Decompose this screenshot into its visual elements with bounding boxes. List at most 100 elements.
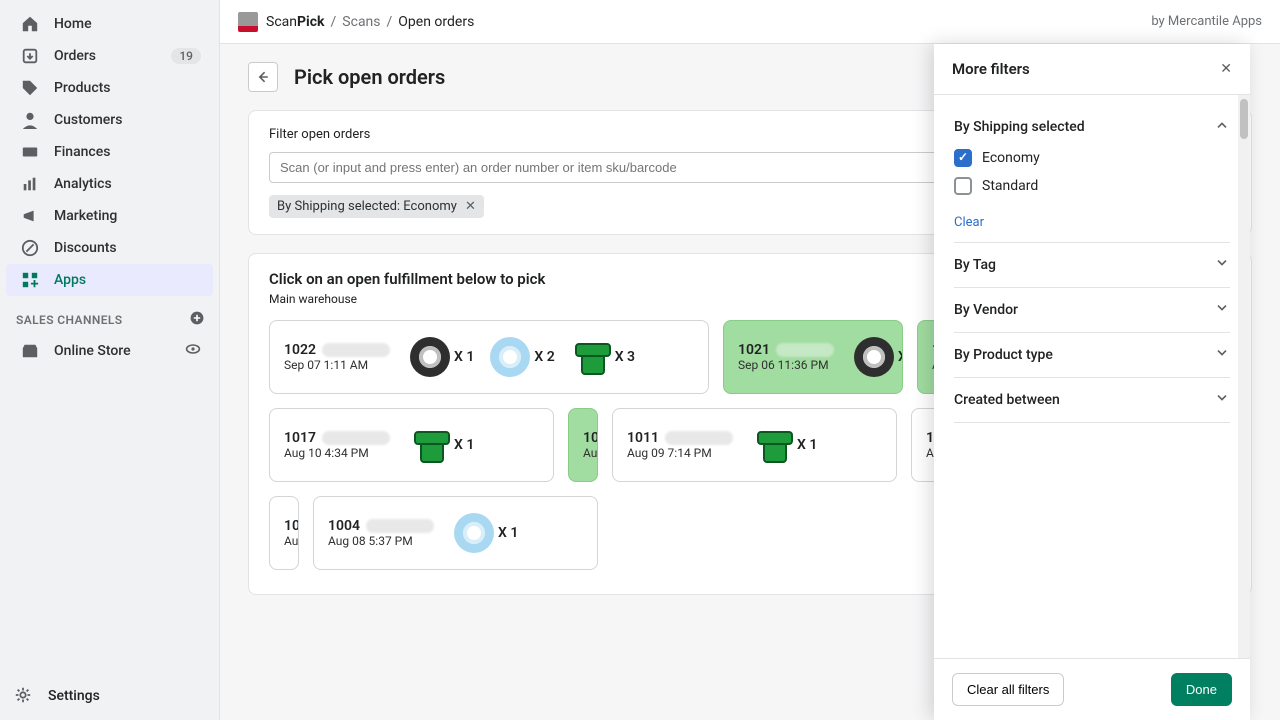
gear-light-icon: [490, 337, 530, 377]
order-id: 1011: [627, 430, 733, 446]
breadcrumb: ScanPick / Scans / Open orders: [266, 14, 474, 30]
sidebar: Home Orders 19 Products Customers Financ…: [0, 0, 220, 720]
tshirt-icon: [571, 337, 611, 377]
nav-online-store[interactable]: Online Store: [6, 335, 213, 367]
item-qty: X 1: [498, 525, 518, 541]
redacted-name: [665, 431, 733, 445]
order-date: Sep 07 1:11 AM: [284, 358, 390, 372]
order-date: Aug 08 5:37 PM: [328, 534, 434, 548]
order-item: X 2: [486, 333, 558, 381]
filter-panel-footer: Clear all filters Done: [934, 658, 1250, 720]
apps-icon: [20, 270, 40, 290]
crumb-open-orders: Open orders: [398, 14, 474, 30]
item-qty: X: [898, 349, 903, 365]
close-icon[interactable]: ✕: [1220, 61, 1232, 77]
orders-badge: 19: [171, 48, 201, 64]
order-date: Aug 09 7:14 PM: [627, 446, 733, 460]
filter-chip[interactable]: By Shipping selected: Economy ✕: [269, 195, 484, 218]
order-date: Au: [583, 446, 598, 460]
filter-group-header[interactable]: By Product type: [954, 345, 1230, 365]
order-item: X 3: [567, 333, 639, 381]
clear-all-button[interactable]: Clear all filters: [952, 673, 1064, 706]
chevron-down-icon: [1214, 345, 1230, 365]
shipping-options: Economy Standard Clear: [954, 149, 1230, 230]
order-id: 1017: [284, 430, 390, 446]
redacted-name: [776, 343, 834, 357]
order-card[interactable]: 10Au: [568, 408, 598, 482]
chip-remove-icon[interactable]: ✕: [465, 199, 476, 214]
filter-group: By Tag: [954, 243, 1230, 288]
gear-dark-icon: [410, 337, 450, 377]
brand: ScanPick: [266, 14, 325, 30]
analytics-icon: [20, 174, 40, 194]
order-date: Sep 06 11:36 PM: [738, 358, 834, 372]
order-card[interactable]: 1011Aug 09 7:14 PM X 1: [612, 408, 897, 482]
nav-apps[interactable]: Apps: [6, 264, 213, 296]
filter-group: By Product type: [954, 333, 1230, 378]
option-economy[interactable]: Economy: [954, 149, 1230, 167]
chevron-down-icon: [1214, 390, 1230, 410]
order-id: 1004: [328, 518, 434, 534]
clear-link[interactable]: Clear: [954, 215, 1230, 230]
more-filters-panel: More filters ✕ By Shipping selected Econ…: [934, 44, 1250, 720]
order-item: X 1: [749, 421, 821, 469]
nav-home[interactable]: Home: [6, 8, 213, 40]
order-card[interactable]: 1022Sep 07 1:11 AM X 1 X 2 X 3: [269, 320, 709, 394]
order-item: X 1: [406, 333, 478, 381]
crumb-scans[interactable]: Scans: [342, 14, 380, 30]
order-card[interactable]: 1017Aug 10 4:34 PMX 1: [269, 408, 554, 482]
filter-group-header[interactable]: Created between: [954, 390, 1230, 410]
percent-icon: [20, 238, 40, 258]
order-id: 10: [583, 430, 598, 446]
filter-group: Created between: [954, 378, 1230, 423]
nav-settings[interactable]: Settings: [0, 676, 219, 720]
eye-icon[interactable]: [185, 341, 201, 361]
nav-orders[interactable]: Orders 19: [6, 40, 213, 72]
nav-marketing[interactable]: Marketing: [6, 200, 213, 232]
order-card[interactable]: 1021Sep 06 11:36 PMX: [723, 320, 903, 394]
topbar: ScanPick / Scans / Open orders by Mercan…: [220, 0, 1280, 44]
home-icon: [20, 14, 40, 34]
chevron-down-icon: [1214, 300, 1230, 320]
order-id: 10: [284, 518, 299, 534]
item-qty: X 1: [454, 349, 474, 365]
item-qty: X 1: [454, 437, 474, 453]
settings-label: Settings: [48, 688, 100, 704]
nav-finances[interactable]: Finances: [6, 136, 213, 168]
back-button[interactable]: [248, 62, 278, 92]
store-icon: [20, 341, 40, 361]
nav-home-label: Home: [54, 16, 201, 32]
chevron-up-icon: [1214, 117, 1230, 137]
item-qty: X 1: [797, 437, 817, 453]
done-button[interactable]: Done: [1171, 673, 1232, 706]
nav-discounts[interactable]: Discounts: [6, 232, 213, 264]
megaphone-icon: [20, 206, 40, 226]
filter-group-shipping: By Shipping selected Economy Standard Cl…: [954, 105, 1230, 243]
add-channel-icon[interactable]: [189, 310, 205, 329]
nav-products[interactable]: Products: [6, 72, 213, 104]
gear-icon: [14, 686, 34, 706]
filter-group-header[interactable]: By Tag: [954, 255, 1230, 275]
finance-icon: [20, 142, 40, 162]
filter-panel-header: More filters ✕: [934, 44, 1250, 95]
order-card[interactable]: 10Au: [269, 496, 299, 570]
filter-group-shipping-header[interactable]: By Shipping selected: [954, 117, 1230, 137]
app-logo-icon: [238, 12, 258, 32]
tag-icon: [20, 78, 40, 98]
redacted-name: [322, 431, 390, 445]
tshirt-icon: [753, 425, 793, 465]
nav-customers[interactable]: Customers: [6, 104, 213, 136]
nav-orders-label: Orders: [54, 48, 171, 64]
panel-scrollbar[interactable]: [1238, 95, 1250, 658]
filter-group-header[interactable]: By Vendor: [954, 300, 1230, 320]
order-item: X 1: [406, 421, 478, 469]
item-qty: X 3: [615, 349, 635, 365]
order-card[interactable]: 1004Aug 08 5:37 PM X 1: [313, 496, 598, 570]
order-date: Au: [284, 534, 299, 548]
order-id: 1022: [284, 342, 390, 358]
nav-analytics[interactable]: Analytics: [6, 168, 213, 200]
filter-panel-title: More filters: [952, 60, 1220, 78]
option-standard[interactable]: Standard: [954, 177, 1230, 195]
redacted-name: [366, 519, 434, 533]
gear-dark-icon: [854, 337, 894, 377]
